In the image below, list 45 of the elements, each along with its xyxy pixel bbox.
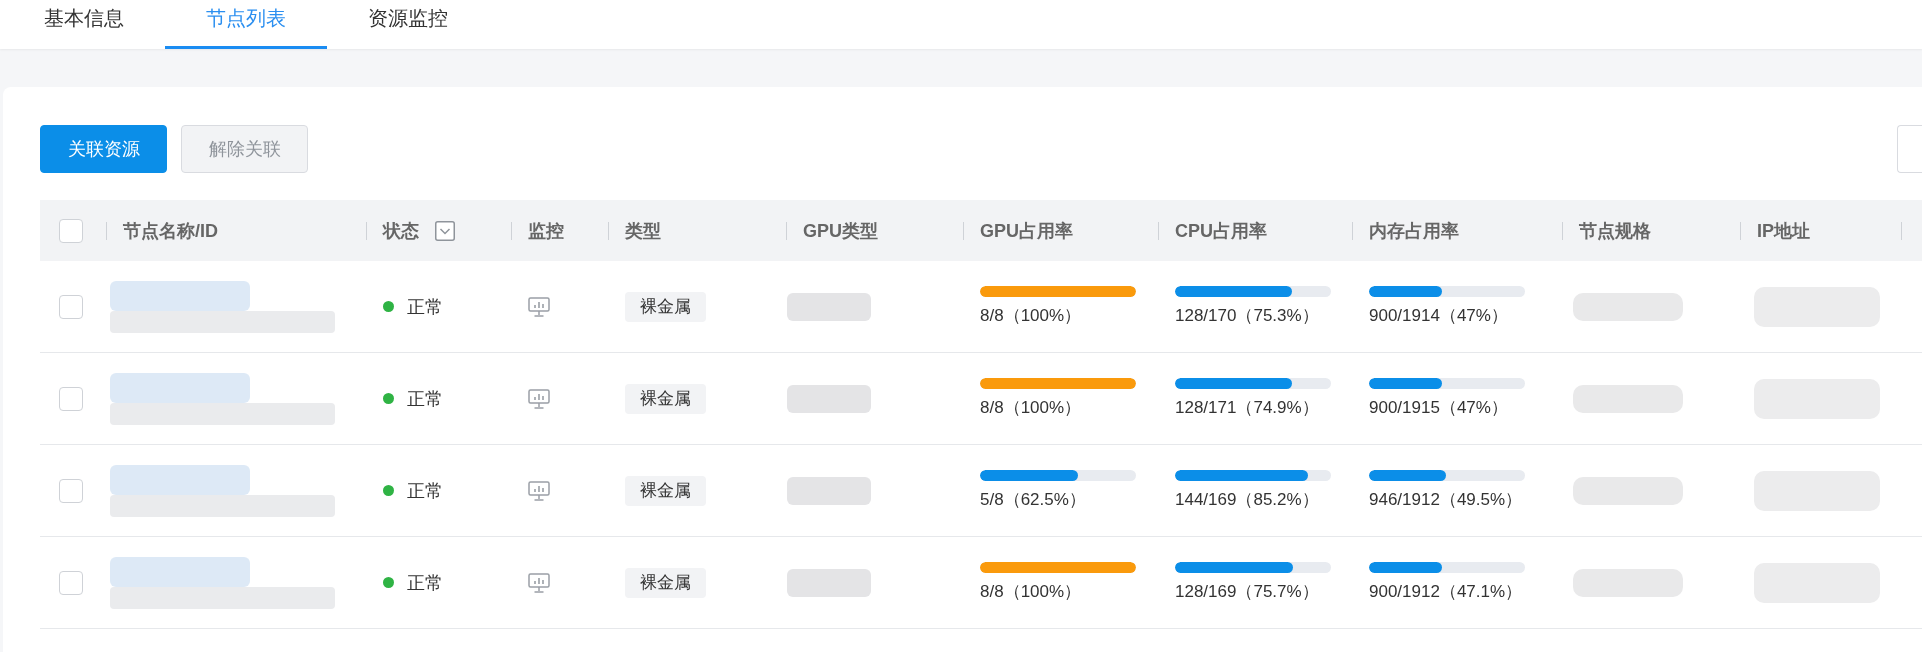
usage-reading: 8/8（100%）: [980, 581, 1082, 603]
usage-reading: 900/1914（47%）: [1369, 305, 1508, 327]
action-button[interactable]: 关联资源: [40, 125, 167, 173]
filter-icon[interactable]: [435, 220, 455, 241]
column-header: IP地址: [1757, 219, 1810, 243]
usage-reading: 128/171（74.9%）: [1175, 397, 1319, 419]
monitor-chart-icon[interactable]: [528, 480, 550, 501]
usage-reading: 5/8（62.5%）: [980, 489, 1086, 511]
checkbox[interactable]: [59, 478, 83, 503]
column-header: 监控: [528, 219, 564, 243]
type-tag: 裸金属: [625, 475, 706, 506]
column-header: 节点名称/ID: [123, 219, 218, 243]
checkbox[interactable]: [59, 218, 83, 243]
type-tag: 裸金属: [625, 383, 706, 414]
status-text: 正常: [407, 387, 443, 411]
column-header: GPU类型: [803, 219, 878, 243]
monitor-chart-icon[interactable]: [528, 296, 550, 317]
column-header: GPU占用率: [980, 219, 1073, 243]
usage-reading: 128/170（75.3%）: [1175, 305, 1319, 327]
usage-reading: 900/1915（47%）: [1369, 397, 1508, 419]
usage-reading: 900/1912（47.1%）: [1369, 581, 1523, 603]
column-header: CPU占用率: [1175, 219, 1267, 243]
column-header: 内存占用率: [1369, 219, 1459, 243]
monitor-chart-icon[interactable]: [528, 572, 550, 593]
usage-reading: 8/8（100%）: [980, 397, 1082, 419]
usage-reading: 8/8（100%）: [980, 305, 1082, 327]
type-tag: 裸金属: [625, 291, 706, 322]
monitor-chart-icon[interactable]: [528, 388, 550, 409]
checkbox[interactable]: [59, 570, 83, 595]
status-text: 正常: [407, 479, 443, 503]
column-header: 状态: [383, 219, 419, 243]
tab[interactable]: 资源监控: [327, 0, 489, 49]
tab[interactable]: 节点列表: [165, 0, 327, 49]
checkbox[interactable]: [59, 386, 83, 411]
column-header: 节点规格: [1579, 219, 1651, 243]
checkbox[interactable]: [59, 294, 83, 319]
usage-reading: 128/169（75.7%）: [1175, 581, 1319, 603]
toolbar-button[interactable]: [1897, 125, 1922, 173]
tab[interactable]: 基本信息: [3, 0, 165, 49]
usage-reading: 946/1912（49.5%）: [1369, 489, 1523, 511]
status-text: 正常: [407, 571, 443, 595]
type-tag: 裸金属: [625, 567, 706, 598]
usage-reading: 144/169（85.2%）: [1175, 489, 1319, 511]
status-text: 正常: [407, 295, 443, 319]
column-header: 类型: [625, 219, 661, 243]
